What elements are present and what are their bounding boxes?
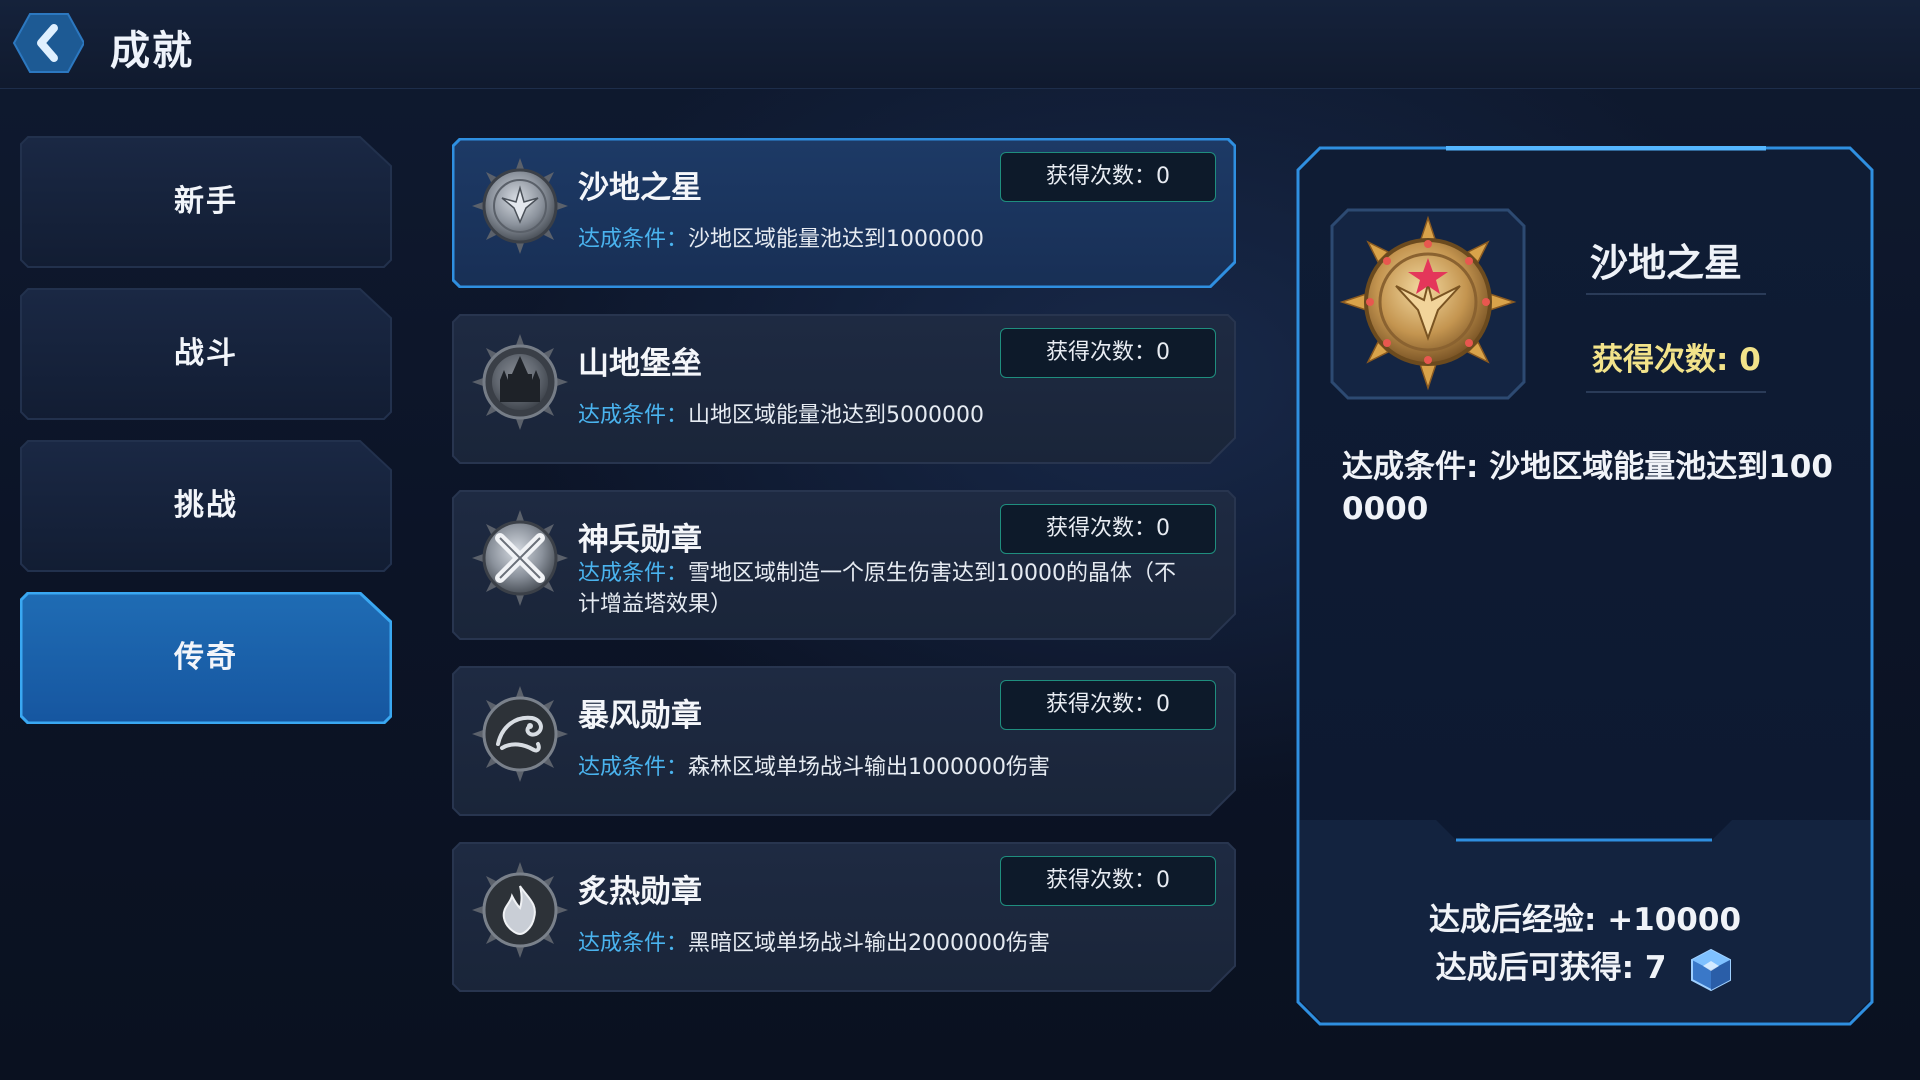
achievement-card-selected[interactable]: 沙地之星 获得次数：0 达成条件：沙地区域能量池达到1000000 [452, 138, 1236, 288]
tab-legend[interactable]: 传奇 [20, 592, 392, 724]
back-button[interactable] [12, 12, 86, 74]
reward-gain-label: 达成后可获得: [1435, 950, 1635, 986]
top-bar: 成就 [0, 0, 1920, 89]
achievement-detail-panel: 沙地之星 获得次数: 0 达成条件: 沙地区域能量池达到1000000 达成后经… [1296, 146, 1874, 1026]
achievement-condition: 达成条件：黑暗区域单场战斗输出2000000伤害 [578, 928, 1178, 959]
crossed-swords-medal-icon [472, 510, 568, 606]
tab-battle[interactable]: 战斗 [20, 288, 392, 420]
detail-count-value: 0 [1739, 342, 1761, 378]
achievement-card[interactable]: 神兵勋章 获得次数：0 达成条件：雪地区域制造一个原生伤害达到10000的晶体（… [452, 490, 1236, 640]
detail-title: 沙地之星 [1590, 241, 1743, 285]
reward-exp-label: 达成后经验: [1428, 902, 1597, 938]
condition-text: 森林区域单场战斗输出1000000伤害 [688, 755, 1050, 780]
reward-exp-value: +10000 [1607, 902, 1742, 938]
tab-challenge[interactable]: 挑战 [20, 440, 392, 572]
fortress-medal-icon [472, 334, 568, 430]
achievement-name: 炙热勋章 [578, 874, 702, 910]
achievement-card[interactable]: 炙热勋章 获得次数：0 达成条件：黑暗区域单场战斗输出2000000伤害 [452, 842, 1236, 992]
page-title: 成就 [110, 28, 194, 74]
achievement-name: 山地堡垒 [578, 346, 702, 382]
reward-gain: 达成后可获得: 7 [1296, 942, 1874, 993]
count-badge: 获得次数：0 [1000, 504, 1216, 554]
star-wings-medal-icon [1330, 208, 1526, 400]
tab-label: 传奇 [174, 640, 238, 675]
detail-count-label: 获得次数: [1592, 342, 1729, 378]
achievement-card[interactable]: 暴风勋章 获得次数：0 达成条件：森林区域单场战斗输出1000000伤害 [452, 666, 1236, 816]
crystal-cube-icon [1691, 948, 1732, 991]
back-arrow-icon [12, 13, 86, 73]
detail-condition-label: 达成条件: [1342, 449, 1479, 485]
achievement-name: 沙地之星 [578, 170, 702, 206]
count-badge: 获得次数：0 [1000, 680, 1216, 730]
condition-label: 达成条件： [578, 403, 689, 428]
tab-label: 挑战 [174, 488, 238, 523]
condition-text: 沙地区域能量池达到1000000 [688, 227, 984, 252]
achievement-condition: 达成条件：森林区域单场战斗输出1000000伤害 [578, 752, 1178, 783]
achievement-condition: 达成条件：山地区域能量池达到5000000 [578, 400, 1178, 431]
tab-label: 战斗 [174, 336, 238, 371]
achievement-condition: 达成条件：沙地区域能量池达到1000000 [578, 224, 1178, 255]
achievement-card[interactable]: 山地堡垒 获得次数：0 达成条件：山地区域能量池达到5000000 [452, 314, 1236, 464]
count-badge: 获得次数：0 [1000, 328, 1216, 378]
tab-novice[interactable]: 新手 [20, 136, 392, 268]
count-badge: 获得次数：0 [1000, 152, 1216, 202]
condition-label: 达成条件： [578, 755, 689, 780]
star-wings-medal-icon [472, 158, 568, 254]
reward-gain-value: 7 [1644, 950, 1667, 986]
detail-condition: 达成条件: 沙地区域能量池达到1000000 [1342, 446, 1842, 530]
condition-label: 达成条件： [578, 561, 689, 586]
achievement-condition: 达成条件：雪地区域制造一个原生伤害达到10000的晶体（不计增益塔效果） [578, 558, 1178, 620]
condition-label: 达成条件： [578, 227, 689, 252]
achievement-name: 暴风勋章 [578, 698, 702, 734]
reward-exp: 达成后经验: +10000 [1296, 894, 1874, 939]
tab-label: 新手 [174, 184, 238, 219]
achievement-name: 神兵勋章 [578, 522, 702, 558]
count-badge: 获得次数：0 [1000, 856, 1216, 906]
storm-dragon-medal-icon [472, 686, 568, 782]
condition-label: 达成条件： [578, 931, 689, 956]
detail-count: 获得次数: 0 [1592, 334, 1761, 379]
flame-medal-icon [472, 862, 568, 958]
condition-text: 山地区域能量池达到5000000 [688, 403, 984, 428]
condition-text: 黑暗区域单场战斗输出2000000伤害 [688, 931, 1050, 956]
